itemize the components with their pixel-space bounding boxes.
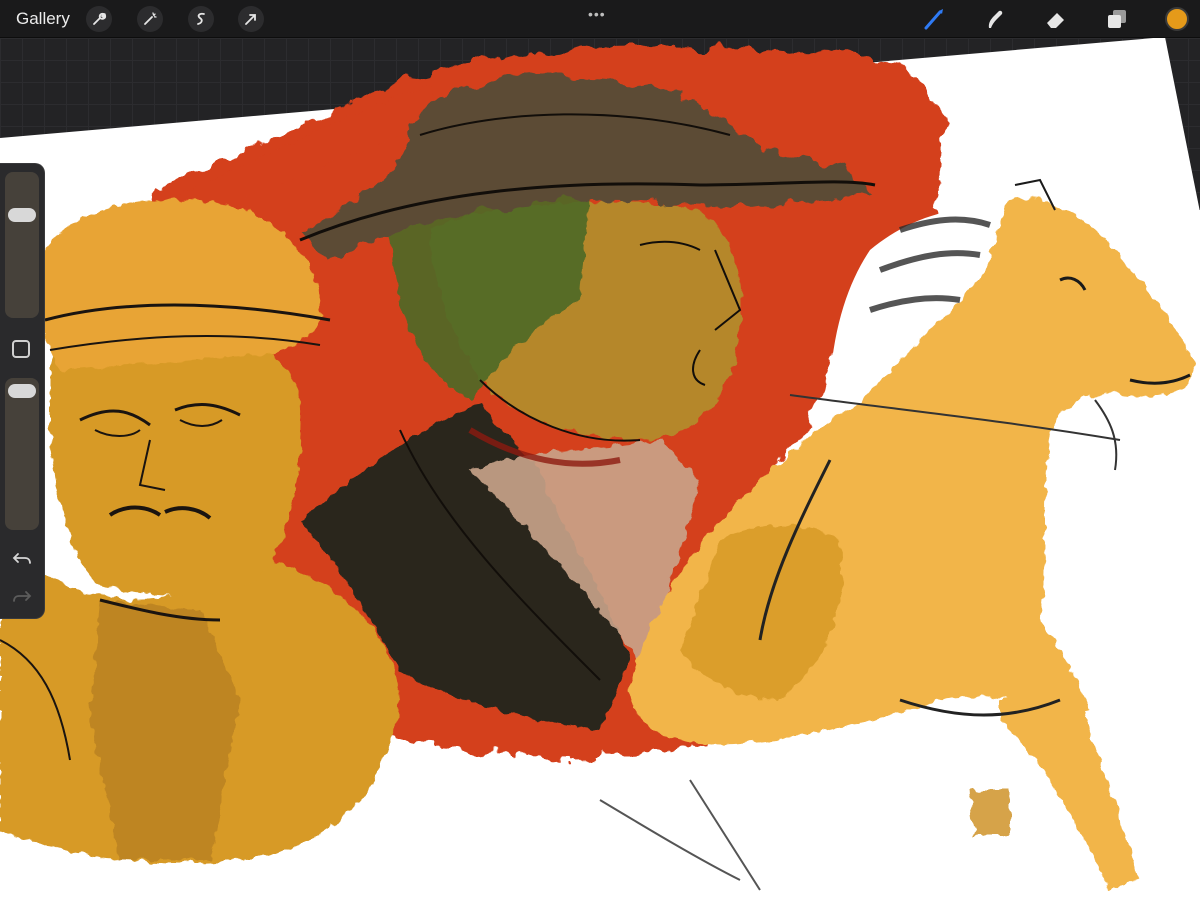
redo-icon[interactable] xyxy=(10,586,34,608)
layers-icon[interactable] xyxy=(1104,6,1130,32)
wrench-icon[interactable] xyxy=(86,6,112,32)
brush-size-slider[interactable] xyxy=(5,172,39,318)
selection-icon[interactable] xyxy=(188,6,214,32)
undo-icon[interactable] xyxy=(10,548,34,570)
smudge-icon[interactable] xyxy=(982,6,1008,32)
brush-icon[interactable] xyxy=(921,6,947,32)
modify-button[interactable] xyxy=(12,340,30,358)
opacity-slider[interactable] xyxy=(5,378,39,530)
drawing-canvas[interactable] xyxy=(0,0,1200,899)
eraser-icon[interactable] xyxy=(1043,6,1069,32)
top-toolbar: Gallery ••• xyxy=(0,0,1200,38)
gallery-button[interactable]: Gallery xyxy=(16,9,70,29)
color-picker-button[interactable] xyxy=(1165,7,1189,31)
magic-wand-icon[interactable] xyxy=(137,6,163,32)
transform-arrow-icon[interactable] xyxy=(238,6,264,32)
more-options-handle[interactable]: ••• xyxy=(588,6,606,22)
opacity-thumb[interactable] xyxy=(8,384,36,398)
side-toolbar xyxy=(0,163,45,619)
brush-size-thumb[interactable] xyxy=(8,208,36,222)
